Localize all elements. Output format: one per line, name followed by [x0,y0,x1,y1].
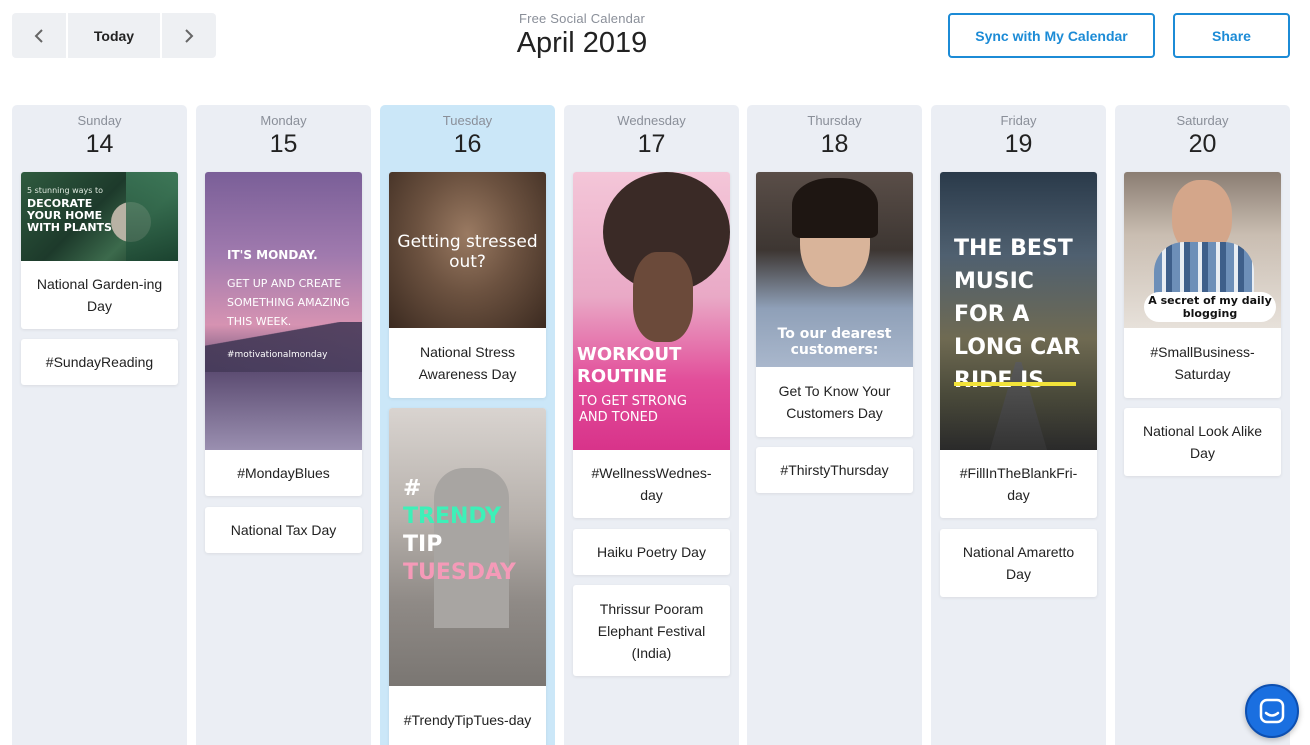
event-card[interactable]: Getting stressed out? National Stress Aw… [389,172,546,398]
event-card[interactable]: Haiku Poetry Day [573,529,730,575]
day-name: Monday [260,113,307,128]
event-card[interactable]: #ThirstyThursday [756,447,913,493]
event-image: Getting stressed out? [389,172,546,328]
day-name: Wednesday [617,113,686,128]
event-card[interactable]: To our dearest customers: Get To Know Yo… [756,172,913,437]
event-label: Get To Know Your Customers Day [778,383,891,421]
chat-icon [1259,698,1285,724]
event-card[interactable]: National Amaretto Day [940,529,1097,597]
day-number: 17 [637,130,666,158]
day-column-monday: Monday 15 IT'S MONDAY. GET UP AND CREATE… [196,105,371,745]
event-card[interactable]: IT'S MONDAY. GET UP AND CREATE SOMETHING… [205,172,362,496]
image-caption: GET UP AND CREATE SOMETHING AMAZING THIS… [227,277,350,328]
today-button[interactable]: Today [68,13,160,58]
day-name: Friday [1000,113,1037,128]
event-image: WORKOUT ROUTINE TO GET STRONG AND TONED [573,172,730,450]
image-headline: WORKOUT ROUTINE [577,344,682,387]
event-label: National Amaretto Day [962,544,1075,582]
next-week-button[interactable] [162,13,216,58]
event-label: National Garden-ing Day [36,276,163,314]
event-card[interactable]: Thrissur Pooram Elephant Festival (India… [573,585,730,676]
event-label: #WellnessWednes-day [591,465,712,503]
event-label: Haiku Poetry Day [597,544,706,560]
page-title: April 2019 [516,27,648,59]
image-headline: THE BEST MUSIC FOR A LONG CAR RIDE IS [954,236,1081,393]
event-label: National Stress Awareness Day [418,344,517,382]
event-label: #MondayBlues [237,465,330,481]
event-card[interactable]: A secret of my daily blogging #SmallBusi… [1124,172,1281,398]
day-name: Thursday [807,113,862,128]
chevron-right-icon [185,28,194,43]
image-headline-trendy: TRENDY [403,504,501,529]
event-image: IT'S MONDAY. GET UP AND CREATE SOMETHING… [205,172,362,450]
chat-launcher-button[interactable] [1245,684,1299,738]
event-card[interactable]: WORKOUT ROUTINE TO GET STRONG AND TONED … [573,172,730,518]
day-number: 20 [1188,130,1217,158]
image-headline: A secret of my daily blogging [1148,294,1272,320]
event-label: #SmallBusiness-Saturday [1150,344,1255,382]
event-card[interactable]: #SundayReading [21,339,178,385]
event-image: 5 stunning ways to DECORATE YOUR HOME WI… [21,172,178,261]
page-subtitle: Free Social Calendar [518,11,646,26]
previous-week-button[interactable] [12,13,66,58]
day-column-wednesday: Wednesday 17 WORKOUT ROUTINE TO GET STRO… [564,105,739,745]
image-headline: DECORATE YOUR HOME WITH PLANTS [27,197,112,234]
image-headline: To our dearest customers: [777,326,892,358]
chevron-left-icon [34,28,43,43]
day-number: 16 [453,130,482,158]
image-headline-tip: TIP [403,532,443,557]
image-headline-hash: # [403,476,422,501]
day-column-friday: Friday 19 THE BEST MUSIC FOR A LONG CAR … [931,105,1106,745]
day-name: Sunday [77,113,122,128]
event-image: THE BEST MUSIC FOR A LONG CAR RIDE IS [940,172,1097,450]
share-button[interactable]: Share [1173,13,1290,58]
event-card[interactable]: National Look Alike Day [1124,408,1281,476]
day-name: Tuesday [442,113,493,128]
image-caption: TO GET STRONG AND TONED [579,394,687,425]
day-number: 19 [1004,130,1033,158]
event-image: # TRENDY TIP TUESDAY [389,408,546,686]
event-image: To our dearest customers: [756,172,913,367]
day-name: Saturday [1176,113,1229,128]
event-card[interactable]: THE BEST MUSIC FOR A LONG CAR RIDE IS #F… [940,172,1097,518]
event-label: National Look Alike Day [1142,423,1263,461]
day-column-sunday: Sunday 14 5 stunning ways to DECORATE YO… [12,105,187,745]
event-label: #FillInTheBlankFri-day [959,465,1078,503]
day-number: 18 [820,130,849,158]
event-label: #TrendyTipTues-day [403,712,532,728]
event-card[interactable]: 5 stunning ways to DECORATE YOUR HOME WI… [21,172,178,329]
day-number: 14 [85,130,114,158]
image-headline: Getting stressed out? [397,232,538,272]
event-label: National Tax Day [230,522,337,538]
event-card[interactable]: # TRENDY TIP TUESDAY #TrendyTipTues-day [389,408,546,745]
sync-calendar-button[interactable]: Sync with My Calendar [948,13,1155,58]
day-column-tuesday: Tuesday 16 Getting stressed out? Nationa… [380,105,555,745]
image-headline: IT'S MONDAY. [227,248,318,262]
date-navigation: Today [12,13,216,58]
event-label: #SundayReading [45,354,154,370]
image-underline [954,382,1076,386]
image-headline-tuesday: TUESDAY [403,560,516,585]
day-column-saturday: Saturday 20 A secret of my daily bloggin… [1115,105,1290,745]
day-column-thursday: Thursday 18 To our dearest customers: Ge… [747,105,922,745]
day-number: 15 [269,130,298,158]
event-label: Thrissur Pooram Elephant Festival (India… [597,600,706,661]
event-image: A secret of my daily blogging [1124,172,1281,328]
event-label: #ThirstyThursday [780,462,889,478]
event-card[interactable]: National Tax Day [205,507,362,553]
image-caption: 5 stunning ways to [27,186,103,195]
calendar-title: Free Social Calendar April 2019 [432,11,732,60]
image-hashtag: #motivationalmonday [227,350,328,360]
